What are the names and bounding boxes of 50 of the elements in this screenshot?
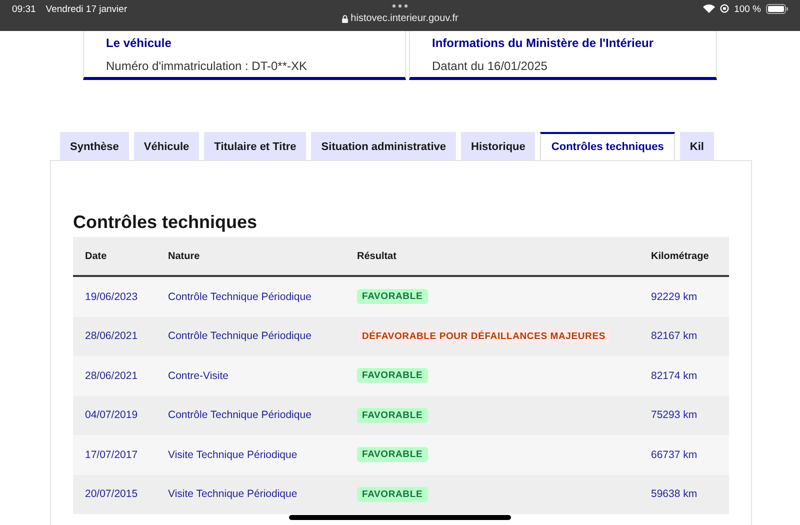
card-text: Numéro d'immatriculation : DT-0**-XK [106, 59, 308, 73]
status-date: Vendredi 17 janvier [46, 4, 128, 17]
card-title: Le véhicule [106, 36, 172, 50]
tab[interactable]: Véhicule [134, 132, 200, 160]
nature-cell: Contrôle Technique Périodique [168, 409, 312, 422]
column-header: Nature [167, 250, 201, 262]
date-cell: 04/07/2019 [85, 409, 138, 422]
tab[interactable]: Kil [680, 132, 714, 160]
more-icon [392, 4, 408, 8]
lock-icon [342, 14, 348, 22]
result-badge: FAVORABLE [357, 486, 428, 502]
nature-cell: Visite Technique Périodique [168, 488, 298, 500]
date-cell: 19/06/2023 [85, 290, 138, 303]
result-badge: FAVORABLE [357, 447, 428, 462]
result-badge: FAVORABLE [357, 408, 428, 423]
nature-cell: Visite Technique Périodique [168, 448, 298, 461]
mileage-cell: 82167 km [651, 330, 698, 342]
orientation-lock-icon [720, 4, 730, 13]
result-badge: FAVORABLE [357, 289, 428, 304]
wifi-icon [703, 4, 716, 13]
column-header: Résultat [356, 250, 398, 262]
result-badge: DÉFAVORABLE POUR DÉFAILLANCES MAJEURES [357, 328, 610, 344]
home-indicator[interactable] [289, 515, 511, 520]
tab[interactable]: Situation administrative [311, 132, 456, 160]
date-cell: 20/07/2015 [85, 488, 138, 500]
nature-cell: Contre-Visite [168, 370, 228, 382]
mileage-cell: 66737 km [651, 448, 698, 461]
date-cell: 17/07/2017 [85, 448, 138, 461]
date-cell: 28/06/2021 [85, 370, 138, 382]
status-time: 09:31 [12, 4, 36, 17]
result-badge: FAVORABLE [357, 368, 428, 384]
tab[interactable]: Synthèse [60, 132, 129, 160]
nature-cell: Contrôle Technique Périodique [168, 290, 312, 303]
column-header: Date [84, 250, 108, 262]
battery-percent: 100 % [734, 4, 761, 15]
url-text[interactable]: histovec.interieur.gouv.fr [350, 13, 458, 24]
battery-icon [766, 4, 788, 14]
column-header: Kilométrage [650, 250, 710, 262]
card-text: Datant du 16/01/2025 [432, 59, 548, 73]
section-title: Contrôles techniques [73, 212, 258, 233]
tab[interactable]: Titulaire et Titre [204, 132, 306, 160]
mileage-cell: 82174 km [651, 370, 698, 382]
tab[interactable]: Contrôles techniques [540, 132, 675, 160]
tab[interactable]: Historique [461, 132, 536, 160]
date-cell: 28/06/2021 [85, 330, 138, 342]
nature-cell: Contrôle Technique Périodique [168, 330, 312, 342]
mileage-cell: 59638 km [651, 488, 698, 500]
card-title: Informations du Ministère de l'Intérieur [432, 36, 655, 50]
mileage-cell: 75293 km [651, 409, 698, 422]
mileage-cell: 92229 km [651, 290, 698, 303]
